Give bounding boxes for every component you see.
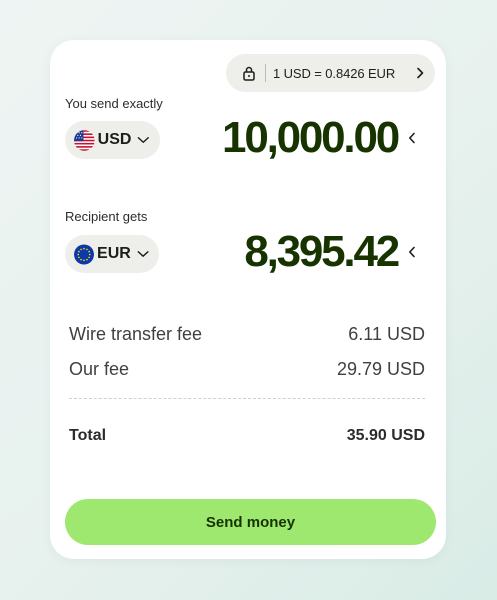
receive-currency-code: EUR <box>97 245 131 262</box>
send-amount-input[interactable]: 10,000.00 <box>222 116 400 160</box>
receive-label: Recipient gets <box>65 209 148 224</box>
fee-row-our-fee: Our fee 29.79 USD <box>69 359 425 380</box>
total-value: 35.90 USD <box>346 427 425 444</box>
total-row: Total 35.90 USD <box>69 427 425 445</box>
chevron-down-icon <box>138 137 150 143</box>
exchange-rate-text: 1 USD = 0.8426 EUR <box>273 65 396 81</box>
send-currency-selector[interactable]: USD <box>65 121 160 159</box>
eu-flag-icon <box>74 243 95 265</box>
chevron-left-icon[interactable] <box>408 132 416 144</box>
lock-icon <box>243 66 255 81</box>
chevron-right-icon <box>417 67 424 79</box>
fee-label: Wire transfer fee <box>69 324 203 344</box>
receive-currency-selector[interactable]: EUR <box>65 235 159 273</box>
us-flag-icon <box>74 129 95 151</box>
receive-amount-input[interactable]: 8,395.42 <box>244 230 400 274</box>
rate-separator <box>265 64 266 82</box>
chevron-left-icon[interactable] <box>408 246 416 258</box>
dashed-divider <box>69 398 425 399</box>
fee-value: 29.79 USD <box>336 359 425 379</box>
send-label: You send exactly <box>65 96 163 111</box>
fee-value: 6.11 USD <box>348 324 425 344</box>
fee-label: Our fee <box>69 359 130 379</box>
exchange-rate-pill[interactable]: 1 USD = 0.8426 EUR <box>226 54 435 92</box>
send-currency-code: USD <box>97 131 132 148</box>
transfer-card: 1 USD = 0.8426 EUR You send exactly USD … <box>50 40 446 559</box>
total-label: Total <box>69 427 107 444</box>
send-money-button[interactable]: Send money <box>65 499 436 545</box>
chevron-down-icon <box>137 251 149 257</box>
fee-row-wire-transfer: Wire transfer fee 6.11 USD <box>69 324 425 345</box>
